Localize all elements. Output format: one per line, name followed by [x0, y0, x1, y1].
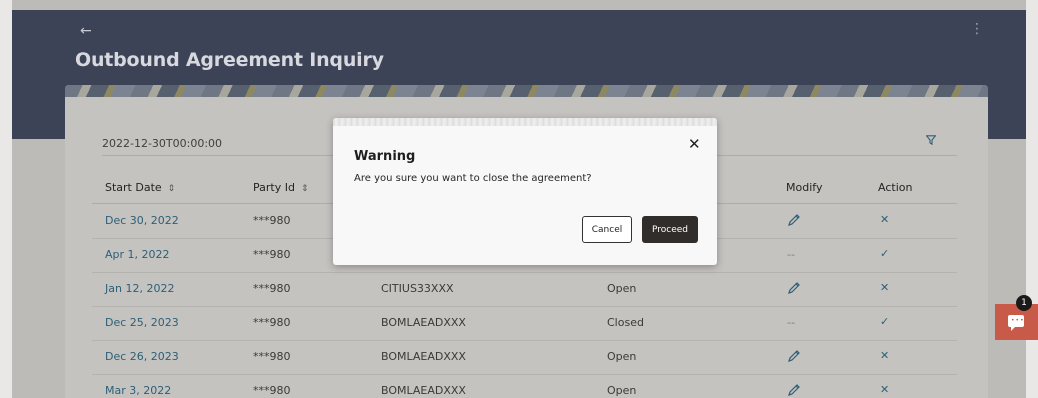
left-edge [0, 0, 12, 398]
agreement-status: Open [607, 384, 637, 397]
warning-dialog: Warning ✕ Are you sure you want to close… [333, 118, 717, 265]
column-label: Start Date [105, 181, 162, 194]
agreement-status: Open [607, 282, 637, 295]
table-row: Mar 3, 2022 ***980 BOMLAEADXXX Open ✕ [92, 374, 957, 398]
filter-icon[interactable] [926, 135, 936, 145]
more-options-icon[interactable]: ⋮ [970, 22, 984, 36]
back-arrow-icon[interactable]: ← [80, 24, 92, 38]
bic-code: BOMLAEADXXX [381, 316, 466, 329]
edit-icon[interactable] [787, 281, 801, 295]
card-banner [65, 85, 988, 97]
close-agreement-icon[interactable]: ✕ [880, 349, 889, 362]
close-agreement-icon[interactable]: ✕ [880, 383, 889, 396]
start-date-link[interactable]: Dec 26, 2023 [105, 350, 179, 363]
chat-button[interactable]: ••• [995, 304, 1038, 340]
reopen-agreement-icon[interactable]: ✓ [880, 247, 889, 260]
table-row: Dec 25, 2023 ***980 BOMLAEADXXX Closed -… [92, 306, 957, 341]
agreement-status: Open [607, 350, 637, 363]
column-header-start-date[interactable]: Start Date ⇕ [105, 181, 175, 194]
party-id: ***980 [253, 214, 291, 227]
modify-placeholder: -- [787, 316, 795, 329]
close-icon[interactable]: ✕ [688, 135, 701, 153]
cancel-button[interactable]: Cancel [582, 216, 632, 243]
start-date-link[interactable]: Jan 12, 2022 [105, 282, 174, 295]
bic-code: BOMLAEADXXX [381, 384, 466, 397]
column-header-modify: Modify [786, 181, 823, 194]
start-date-link[interactable]: Dec 25, 2023 [105, 316, 179, 329]
modify-placeholder: -- [787, 248, 795, 261]
agreement-status: Closed [607, 316, 644, 329]
dialog-top-strip [333, 118, 717, 126]
column-header-party-id[interactable]: Party Id ⇕ [253, 181, 309, 194]
reopen-agreement-icon[interactable]: ✓ [880, 315, 889, 328]
chat-icon: ••• [1008, 315, 1024, 331]
edit-icon[interactable] [787, 213, 801, 227]
dialog-title: Warning [354, 149, 416, 164]
party-id: ***980 [253, 350, 291, 363]
filter-date: 2022-12-30T00:00:00 [102, 137, 223, 150]
column-header-action: Action [878, 181, 913, 194]
bic-code: BOMLAEADXXX [381, 350, 466, 363]
start-date-link[interactable]: Mar 3, 2022 [105, 384, 171, 397]
column-label: Party Id [253, 181, 295, 194]
table-row: Dec 26, 2023 ***980 BOMLAEADXXX Open ✕ [92, 340, 957, 375]
close-agreement-icon[interactable]: ✕ [880, 281, 889, 294]
notification-badge: 1 [1016, 295, 1032, 311]
party-id: ***980 [253, 316, 291, 329]
party-id: ***980 [253, 248, 291, 261]
edit-icon[interactable] [787, 383, 801, 397]
sort-icon[interactable]: ⇕ [301, 184, 309, 194]
party-id: ***980 [253, 282, 291, 295]
proceed-button[interactable]: Proceed [642, 216, 698, 243]
start-date-link[interactable]: Dec 30, 2022 [105, 214, 179, 227]
close-agreement-icon[interactable]: ✕ [880, 213, 889, 226]
table-row: Jan 12, 2022 ***980 CITIUS33XXX Open ✕ [92, 272, 957, 307]
sort-icon[interactable]: ⇕ [168, 184, 176, 194]
edit-icon[interactable] [787, 349, 801, 363]
party-id: ***980 [253, 384, 291, 397]
page-title: Outbound Agreement Inquiry [75, 49, 384, 71]
dialog-message: Are you sure you want to close the agree… [354, 173, 592, 184]
bic-code: CITIUS33XXX [381, 282, 454, 295]
start-date-link[interactable]: Apr 1, 2022 [105, 248, 170, 261]
